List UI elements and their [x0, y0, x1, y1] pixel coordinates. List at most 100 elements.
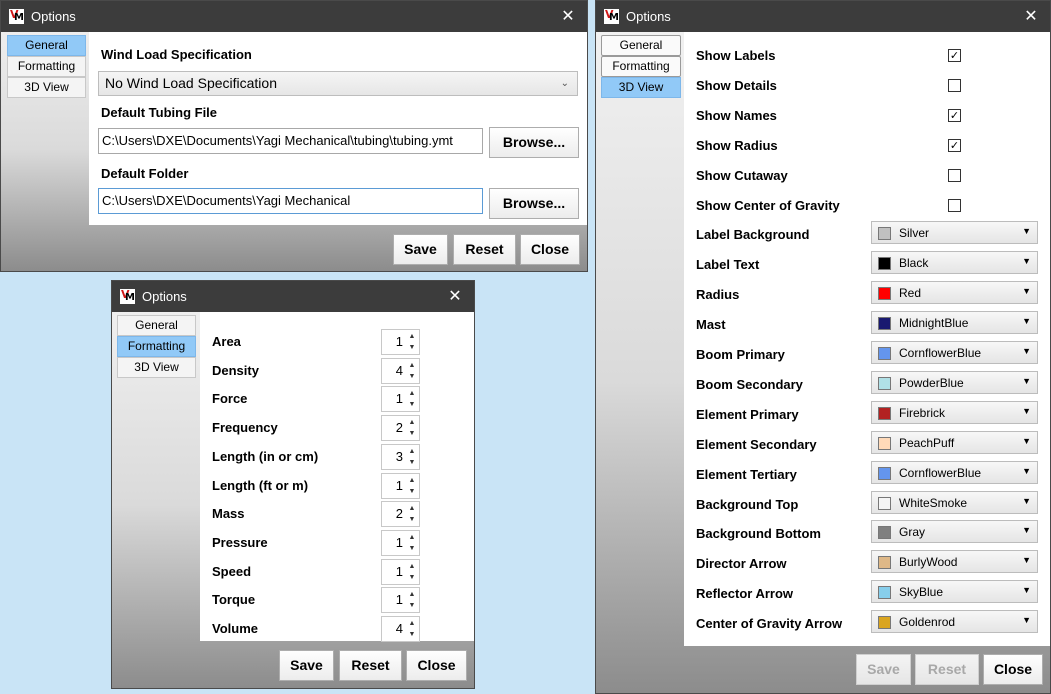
color-select[interactable]: PeachPuff ▼ — [871, 430, 1038, 454]
chevron-down-icon[interactable]: ▼ — [407, 399, 417, 410]
tab-3d-view[interactable]: 3D View — [117, 357, 196, 378]
color-select[interactable]: Goldenrod ▼ — [871, 610, 1038, 634]
app-logo-icon: VM — [9, 9, 24, 24]
browse-tubing-button[interactable]: Browse... — [489, 127, 579, 158]
format-row-stepper[interactable]: 2 ▲ ▼ — [381, 501, 420, 528]
color-select[interactable]: Gray ▼ — [871, 520, 1038, 544]
format-row-stepper[interactable]: 2 ▲ ▼ — [381, 415, 420, 442]
color-select[interactable]: MidnightBlue ▼ — [871, 311, 1038, 335]
tab-formatting[interactable]: Formatting — [7, 56, 86, 77]
chevron-up-icon[interactable]: ▲ — [407, 532, 417, 543]
color-select[interactable]: BurlyWood ▼ — [871, 550, 1038, 574]
close-button[interactable]: Close — [983, 654, 1043, 685]
chevron-up-icon[interactable]: ▲ — [407, 446, 417, 457]
color-select[interactable]: Firebrick ▼ — [871, 400, 1038, 424]
chevron-up-icon[interactable]: ▲ — [407, 618, 417, 629]
color-select[interactable]: SkyBlue ▼ — [871, 580, 1038, 604]
tab-formatting[interactable]: Formatting — [117, 336, 196, 357]
tab-general[interactable]: General — [117, 315, 196, 336]
color-label: Mast — [696, 317, 726, 333]
format-row-stepper[interactable]: 1 ▲ ▼ — [381, 386, 420, 413]
color-label: Radius — [696, 287, 740, 303]
color-select[interactable]: CornflowerBlue ▼ — [871, 341, 1038, 364]
tab-3d-view[interactable]: 3D View — [601, 77, 681, 98]
chevron-down-icon[interactable]: ▼ — [407, 514, 417, 525]
title-bar[interactable]: VM Options ✕ — [596, 1, 1050, 32]
color-select[interactable]: CornflowerBlue ▼ — [871, 460, 1038, 484]
color-label: Director Arrow — [696, 556, 787, 572]
color-name: Gray — [899, 525, 926, 540]
color-label: Element Primary — [696, 406, 799, 422]
reset-button[interactable]: Reset — [339, 650, 402, 681]
chevron-down-icon[interactable]: ▼ — [407, 486, 417, 497]
color-select[interactable]: Red ▼ — [871, 281, 1038, 305]
format-row-stepper[interactable]: 1 ▲ ▼ — [381, 558, 420, 585]
chevron-down-icon[interactable]: ▼ — [407, 371, 417, 382]
chevron-up-icon[interactable]: ▲ — [407, 331, 417, 342]
format-row-stepper[interactable]: 4 ▲ ▼ — [381, 357, 420, 384]
stepper-value: 2 — [395, 420, 403, 436]
option-checkbox[interactable] — [948, 78, 961, 92]
color-select[interactable]: Black ▼ — [871, 251, 1038, 275]
option-checkbox[interactable] — [948, 168, 961, 182]
general-panel: Wind Load Specification No Wind Load Spe… — [89, 32, 587, 225]
tab-3d-view[interactable]: 3D View — [7, 77, 86, 98]
format-row-stepper[interactable]: 1 ▲ ▼ — [381, 587, 420, 614]
chevron-down-icon[interactable]: ▼ — [407, 629, 417, 640]
tab-general[interactable]: General — [7, 35, 86, 56]
option-checkbox[interactable]: ✓ — [948, 138, 961, 152]
format-row-stepper[interactable]: 1 ▲ ▼ — [381, 529, 420, 556]
chevron-up-icon[interactable]: ▲ — [407, 589, 417, 600]
check-icon: ✓ — [949, 138, 960, 152]
title-bar[interactable]: VM Options ✕ — [112, 281, 474, 312]
close-button[interactable]: Close — [520, 234, 580, 265]
color-name: Black — [899, 256, 929, 271]
format-row-stepper[interactable]: 1 ▲ ▼ — [381, 472, 420, 499]
option-checkbox[interactable] — [948, 198, 961, 212]
chevron-down-icon[interactable]: ▼ — [407, 457, 417, 468]
chevron-up-icon[interactable]: ▲ — [407, 417, 417, 428]
close-icon[interactable]: ✕ — [559, 7, 577, 25]
save-button[interactable]: Save — [856, 654, 911, 685]
color-select[interactable]: PowderBlue ▼ — [871, 370, 1038, 394]
color-name: Firebrick — [899, 405, 946, 420]
dropdown-arrow-icon: ▼ — [1022, 226, 1031, 237]
stepper-value: 3 — [395, 448, 403, 464]
tab-formatting[interactable]: Formatting — [601, 56, 681, 77]
option-checkbox[interactable]: ✓ — [948, 108, 961, 122]
option-checkbox[interactable]: ✓ — [948, 49, 961, 62]
chevron-down-icon[interactable]: ▼ — [407, 428, 417, 439]
dropdown-arrow-icon: ▼ — [1022, 435, 1031, 446]
wind-load-select[interactable]: No Wind Load Specification ⌄ — [98, 71, 578, 96]
reset-button[interactable]: Reset — [453, 234, 516, 265]
title-bar[interactable]: VM Options ✕ — [1, 1, 587, 32]
chevron-down-icon[interactable]: ▼ — [407, 572, 417, 583]
chevron-up-icon[interactable]: ▲ — [407, 561, 417, 572]
color-label: Boom Secondary — [696, 376, 803, 392]
default-folder-input[interactable]: C:\Users\DXE\Documents\Yagi Mechanical — [98, 188, 483, 214]
format-row-stepper[interactable]: 3 ▲ ▼ — [381, 443, 420, 470]
format-row-stepper[interactable]: 1 ▲ ▼ — [381, 329, 420, 355]
close-button[interactable]: Close — [406, 650, 467, 681]
chevron-down-icon[interactable]: ▼ — [407, 342, 417, 353]
save-button[interactable]: Save — [279, 650, 334, 681]
chevron-up-icon[interactable]: ▲ — [407, 503, 417, 514]
close-icon[interactable]: ✕ — [446, 287, 464, 305]
chevron-down-icon[interactable]: ▼ — [407, 543, 417, 554]
close-icon[interactable]: ✕ — [1022, 7, 1040, 25]
save-button[interactable]: Save — [393, 234, 448, 265]
chevron-up-icon[interactable]: ▲ — [407, 475, 417, 486]
chevron-up-icon[interactable]: ▲ — [407, 360, 417, 371]
color-select[interactable]: Silver ▼ — [871, 221, 1038, 245]
stepper-value: 1 — [395, 477, 403, 493]
tab-general[interactable]: General — [601, 35, 681, 56]
chevron-down-icon[interactable]: ▼ — [407, 600, 417, 611]
color-name: PowderBlue — [899, 375, 964, 390]
color-label: Reflector Arrow — [696, 586, 794, 602]
color-select[interactable]: WhiteSmoke ▼ — [871, 490, 1038, 514]
browse-folder-button[interactable]: Browse... — [489, 188, 579, 219]
tubing-file-input[interactable]: C:\Users\DXE\Documents\Yagi Mechanical\t… — [98, 128, 483, 154]
format-row-stepper[interactable]: 4 ▲ ▼ — [381, 616, 420, 642]
reset-button[interactable]: Reset — [915, 654, 979, 685]
chevron-up-icon[interactable]: ▲ — [407, 388, 417, 399]
